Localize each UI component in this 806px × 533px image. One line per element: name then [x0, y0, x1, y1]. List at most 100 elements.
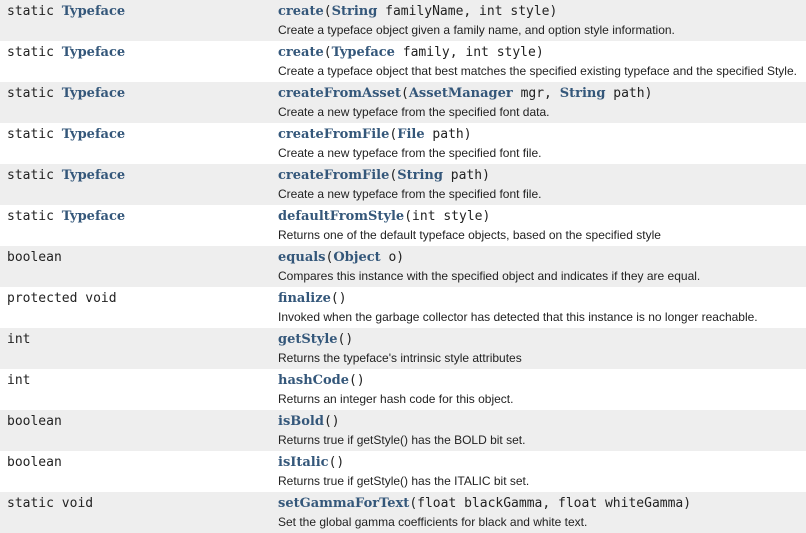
method-cell: hashCode() Returns an integer hash code f… — [278, 369, 806, 410]
close-paren: ) — [644, 86, 653, 101]
method-name-link[interactable]: createFromFile — [278, 168, 389, 183]
close-paren: ) — [396, 250, 405, 265]
return-type-link[interactable]: Typeface — [62, 209, 125, 224]
param-type-link[interactable]: AssetManager — [409, 86, 513, 101]
table-row: static Typeface createFromAsset(AssetMana… — [0, 82, 806, 123]
method-description: Compares this instance with the specifie… — [278, 269, 701, 283]
method-description: Returns one of the default typeface obje… — [278, 228, 661, 242]
table-row: static Typeface createFromFile(String pat… — [0, 164, 806, 205]
method-name-link[interactable]: defaultFromStyle — [278, 209, 404, 224]
param-type-link[interactable]: File — [397, 127, 424, 142]
method-name-link[interactable]: setGammaForText — [278, 496, 409, 511]
modifier: boolean — [7, 414, 62, 429]
method-signature: hashCode() — [278, 373, 806, 388]
modifier: boolean — [7, 250, 62, 265]
param-text: path — [442, 168, 483, 183]
modifier: static — [7, 168, 62, 183]
modifier: static — [7, 4, 62, 19]
return-type-link[interactable]: Typeface — [62, 168, 125, 183]
return-type-cell: static Typeface — [0, 123, 278, 164]
open-paren: ( — [330, 291, 339, 306]
return-type-cell: static Typeface — [0, 82, 278, 123]
method-description: Create a new typeface from the specified… — [278, 105, 550, 119]
return-type-cell: static Typeface — [0, 164, 278, 205]
modifier: static — [7, 45, 62, 60]
param-text: path — [605, 86, 645, 101]
method-signature: equals(Object o) — [278, 250, 806, 265]
method-name-link[interactable]: equals — [278, 250, 326, 265]
return-type-cell: int — [0, 328, 278, 369]
param-type-link[interactable]: Object — [333, 250, 380, 265]
table-row: static void setGammaForText(float blackGa… — [0, 492, 806, 533]
method-name-link[interactable]: hashCode — [278, 373, 349, 388]
method-cell: createFromFile(String path) Create a new … — [278, 164, 806, 205]
modifier: static — [7, 127, 62, 142]
method-name-link[interactable]: isBold — [278, 414, 324, 429]
return-type-cell: protected void — [0, 287, 278, 328]
table-row: protected void finalize() Invoked when the… — [0, 287, 806, 328]
param-type-link[interactable]: Typeface — [332, 45, 395, 60]
return-type-cell: boolean — [0, 246, 278, 287]
param-text: mgr, — [512, 86, 560, 101]
method-cell: create(Typeface family, int style) Create… — [278, 41, 806, 82]
method-name-link[interactable]: finalize — [278, 291, 331, 306]
return-type-cell: int — [0, 369, 278, 410]
method-signature: getStyle() — [278, 332, 806, 347]
method-description: Returns true if getStyle() has the ITALI… — [278, 474, 530, 488]
method-cell: finalize() Invoked when the garbage colle… — [278, 287, 806, 328]
method-description: Invoked when the garbage collector has d… — [278, 310, 758, 324]
public-methods-table: static Typeface create(String familyName,… — [0, 0, 806, 533]
param-type-link[interactable]: String — [332, 4, 378, 19]
method-description: Returns true if getStyle() has the BOLD … — [278, 433, 526, 447]
method-name-link[interactable]: createFromAsset — [278, 86, 401, 101]
method-name-link[interactable]: create — [278, 4, 324, 19]
method-name-link[interactable]: create — [278, 45, 324, 60]
open-paren: ( — [409, 496, 418, 511]
method-signature: setGammaForText(float blackGamma, float … — [278, 496, 806, 511]
return-type-link[interactable]: Typeface — [62, 45, 125, 60]
method-cell: setGammaForText(float blackGamma, float … — [278, 492, 806, 533]
open-paren: ( — [349, 373, 357, 388]
method-signature: create(Typeface family, int style) — [278, 45, 806, 60]
method-cell: isItalic() Returns true if getStyle() has… — [278, 451, 806, 492]
method-signature: createFromFile(File path) — [278, 127, 806, 142]
method-signature: createFromAsset(AssetManager mgr, String… — [278, 86, 806, 101]
return-type-cell: static Typeface — [0, 205, 278, 246]
method-description: Returns an integer hash code for this ob… — [278, 392, 514, 406]
method-name-link[interactable]: getStyle — [278, 332, 338, 347]
modifier: static — [7, 86, 62, 101]
return-type-cell: static void — [0, 492, 278, 533]
method-cell: isBold() Returns true if getStyle() has t… — [278, 410, 806, 451]
close-paren: ) — [338, 291, 347, 306]
method-description: Create a typeface object that best match… — [278, 64, 797, 78]
close-paren: ) — [463, 127, 472, 142]
table-row: int hashCode() Returns an integer hash cod… — [0, 369, 806, 410]
close-paren: ) — [549, 4, 558, 19]
param-type-link[interactable]: String — [560, 86, 606, 101]
table-row: boolean equals(Object o) Compares this ins… — [0, 246, 806, 287]
table-row: boolean isItalic() Returns true if getStyl… — [0, 451, 806, 492]
method-cell: createFromAsset(AssetManager mgr, String… — [278, 82, 806, 123]
return-type-cell: static Typeface — [0, 41, 278, 82]
param-type-link[interactable]: String — [397, 168, 443, 183]
close-paren: ) — [482, 209, 491, 224]
table-row: static Typeface defaultFromStyle(int styl… — [0, 205, 806, 246]
return-type-cell: static Typeface — [0, 0, 278, 41]
return-type-cell: boolean — [0, 451, 278, 492]
method-signature: create(String familyName, int style) — [278, 4, 806, 19]
table-row: int getStyle() Returns the typeface's intr… — [0, 328, 806, 369]
return-type-link[interactable]: Typeface — [62, 86, 125, 101]
close-paren: ) — [336, 455, 345, 470]
method-description: Returns the typeface's intrinsic style a… — [278, 351, 522, 365]
method-name-link[interactable]: isItalic — [278, 455, 329, 470]
return-type-link[interactable]: Typeface — [62, 127, 125, 142]
close-paren: ) — [683, 496, 692, 511]
open-paren: ( — [323, 4, 332, 19]
method-cell: getStyle() Returns the typeface's intrins… — [278, 328, 806, 369]
modifier: static void — [7, 496, 94, 511]
modifier: int — [7, 373, 31, 388]
close-paren: ) — [331, 414, 340, 429]
return-type-link[interactable]: Typeface — [62, 4, 125, 19]
method-name-link[interactable]: createFromFile — [278, 127, 389, 142]
close-paren: ) — [345, 332, 354, 347]
